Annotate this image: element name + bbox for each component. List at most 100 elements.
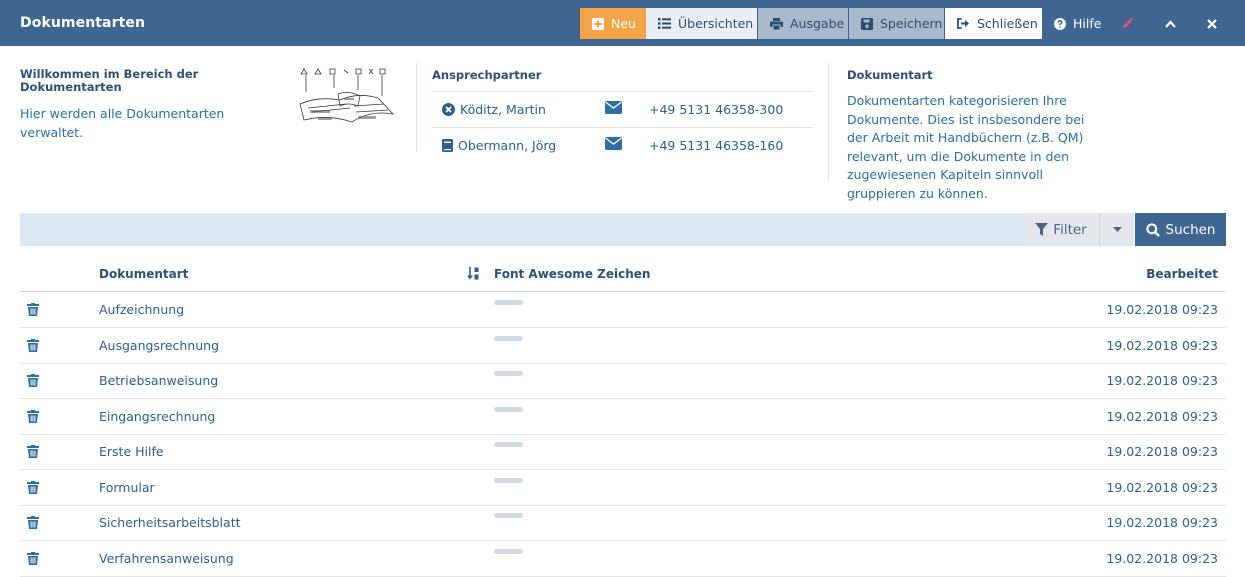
filter-button-label: Filter <box>1053 221 1087 238</box>
description-heading: Dokumentart <box>847 68 933 82</box>
trash-icon[interactable] <box>27 445 39 458</box>
plus-square-icon <box>592 17 604 30</box>
edited-date: 19.02.2018 09:23 <box>1106 302 1218 317</box>
close-button[interactable]: Schließen <box>945 8 1042 39</box>
document-type-name[interactable]: Ausgangsrechnung <box>99 338 219 353</box>
table-row[interactable]: Erste Hilfe 19.02.2018 09:23 <box>20 434 1226 470</box>
edited-date: 19.02.2018 09:23 <box>1106 515 1218 530</box>
page-title: Dokumentarten <box>20 15 146 31</box>
document-type-name[interactable]: Betriebsanweisung <box>99 373 218 388</box>
new-button-label: Neu <box>611 16 636 31</box>
search-bar[interactable] <box>20 213 1023 246</box>
contact-name[interactable]: Köditz, Martin <box>442 102 546 117</box>
document-type-name[interactable]: Aufzeichnung <box>99 302 184 317</box>
contact-email-button[interactable] <box>605 101 622 118</box>
icon-placeholder <box>494 513 523 518</box>
icon-placeholder <box>494 335 523 341</box>
search-button-label: Suchen <box>1165 221 1216 238</box>
sign-out-icon <box>957 18 969 29</box>
trash-icon[interactable] <box>27 480 39 494</box>
trash-icon[interactable] <box>27 303 39 316</box>
trash-icon[interactable] <box>27 338 39 352</box>
table-row[interactable]: Verfahrensanweisung 19.02.2018 09:23 <box>20 541 1226 577</box>
contact-name[interactable]: Obermann, Jörg <box>442 138 556 153</box>
contact-name-label: Obermann, Jörg <box>458 138 557 153</box>
edited-date: 19.02.2018 09:23 <box>1106 550 1218 566</box>
trash-icon[interactable] <box>27 551 39 565</box>
list-icon <box>658 18 671 29</box>
description-text: Dokumentarten kategorisieren Ihre Dokume… <box>847 93 1085 201</box>
trash-icon[interactable] <box>27 409 39 423</box>
trash-icon[interactable] <box>27 374 39 387</box>
document-type-name[interactable]: Verfahrensanweisung <box>99 551 234 566</box>
close-button-label: Schließen <box>977 16 1038 31</box>
table-row[interactable]: Sicherheitsarbeitsblatt 19.02.2018 09:23 <box>20 505 1226 541</box>
help-button-label: Hilfe <box>1073 16 1102 31</box>
edited-date: 19.02.2018 09:23 <box>1106 373 1218 388</box>
icon-placeholder <box>494 371 523 376</box>
welcome-heading: Willkommen im Bereich der Dokumentarten <box>20 67 199 94</box>
document-type-name[interactable]: Sicherheitsarbeitsblatt <box>99 515 241 530</box>
close-window-button[interactable] <box>1197 8 1227 39</box>
top-bar: Dokumentarten Neu Übersichten Ausgabe Sp… <box>0 0 1245 46</box>
book-icon <box>442 139 453 152</box>
icon-placeholder <box>494 477 523 483</box>
new-button[interactable]: Neu <box>580 8 646 39</box>
overviews-button-label: Übersichten <box>678 16 754 31</box>
envelope-icon <box>605 101 622 114</box>
icon-placeholder <box>494 406 523 412</box>
table-header: Dokumentart Font Awesome Zeichen Bearbei… <box>20 256 1226 292</box>
trash-icon[interactable] <box>27 516 39 529</box>
column-header-name[interactable]: Dokumentart <box>99 267 188 281</box>
icon-placeholder <box>494 548 523 554</box>
column-header-icon[interactable]: Font Awesome Zeichen <box>494 267 650 281</box>
search-icon <box>1145 222 1160 237</box>
contacts-heading: Ansprechpartner <box>432 68 542 82</box>
contact-email-button[interactable] <box>605 137 622 154</box>
print-button[interactable]: Ausgabe <box>758 8 848 39</box>
document-illustration <box>299 68 395 123</box>
close-icon <box>1207 18 1217 29</box>
table-row[interactable]: Aufzeichnung 19.02.2018 09:23 <box>20 292 1226 328</box>
print-button-label: Ausgabe <box>790 16 845 31</box>
document-type-name[interactable]: Eingangsrechnung <box>99 409 215 424</box>
table-row[interactable]: Formular 19.02.2018 09:23 <box>20 470 1226 506</box>
edited-date: 19.02.2018 09:23 <box>1106 444 1218 459</box>
save-button-label: Speichern <box>880 16 943 31</box>
filter-button[interactable]: Filter <box>1023 213 1099 246</box>
pencil-icon <box>1122 17 1133 28</box>
filter-dropdown-button[interactable] <box>1099 213 1134 246</box>
save-button[interactable]: Speichern <box>849 8 944 39</box>
question-circle-icon <box>1054 17 1066 30</box>
contact-name-label: Köditz, Martin <box>460 102 546 117</box>
welcome-text: Hier werden alle Dokumentarten verwaltet… <box>20 106 225 140</box>
envelope-icon <box>605 137 622 150</box>
edit-pencil-button[interactable] <box>1112 8 1142 39</box>
table-row[interactable]: Betriebsanweisung 19.02.2018 09:23 <box>20 363 1226 399</box>
caret-down-icon <box>1112 227 1122 232</box>
table-row[interactable]: Eingangsrechnung 19.02.2018 09:23 <box>20 399 1226 435</box>
info-divider-2 <box>828 63 829 182</box>
save-icon <box>861 17 873 30</box>
contact-phone[interactable]: +49 5131 46358-300 <box>649 102 783 117</box>
icon-placeholder <box>494 300 523 305</box>
document-type-name[interactable]: Erste Hilfe <box>99 444 164 459</box>
sort-alpha-icon[interactable] <box>467 267 479 280</box>
overviews-button[interactable]: Übersichten <box>646 8 757 39</box>
chevron-up-icon <box>1164 19 1176 28</box>
help-button[interactable]: Hilfe <box>1042 8 1108 39</box>
print-icon <box>770 17 783 30</box>
contact-row: Obermann, Jörg +49 5131 46358-160 <box>432 127 813 163</box>
contact-phone[interactable]: +49 5131 46358-160 <box>649 138 783 153</box>
edited-date: 19.02.2018 09:23 <box>1106 408 1218 424</box>
document-type-name[interactable]: Formular <box>99 480 155 495</box>
edited-date: 19.02.2018 09:23 <box>1106 479 1218 495</box>
search-button[interactable]: Suchen <box>1135 213 1226 246</box>
times-circle-icon <box>442 103 455 116</box>
table-row[interactable]: Ausgangsrechnung 19.02.2018 09:23 <box>20 328 1226 364</box>
collapse-button[interactable] <box>1155 8 1185 39</box>
icon-placeholder <box>494 442 523 447</box>
edited-date: 19.02.2018 09:23 <box>1106 337 1218 353</box>
column-header-edited[interactable]: Bearbeitet <box>1146 267 1218 281</box>
filter-icon <box>1035 223 1049 236</box>
